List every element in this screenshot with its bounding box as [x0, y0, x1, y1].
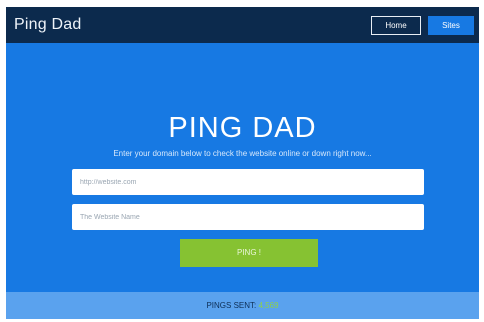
- pings-sent-label: PINGS SENT:: [206, 301, 257, 310]
- ping-button[interactable]: PING !: [180, 239, 318, 267]
- pings-sent-count: 4,569: [258, 301, 279, 310]
- website-url-input[interactable]: [72, 169, 424, 195]
- website-name-input[interactable]: [72, 204, 424, 230]
- app-window: Ping Dad Home Sites PING DAD Enter your …: [6, 7, 479, 319]
- footer-stats: PINGS SENT: 4,569: [6, 292, 479, 319]
- top-navbar: Ping Dad Home Sites: [6, 7, 479, 43]
- nav-home-button[interactable]: Home: [371, 16, 421, 35]
- nav-sites-button[interactable]: Sites: [428, 16, 474, 35]
- page-subtitle: Enter your domain below to check the web…: [113, 149, 372, 158]
- page-title: PING DAD: [168, 112, 317, 144]
- brand-logo-text[interactable]: Ping Dad: [14, 15, 81, 35]
